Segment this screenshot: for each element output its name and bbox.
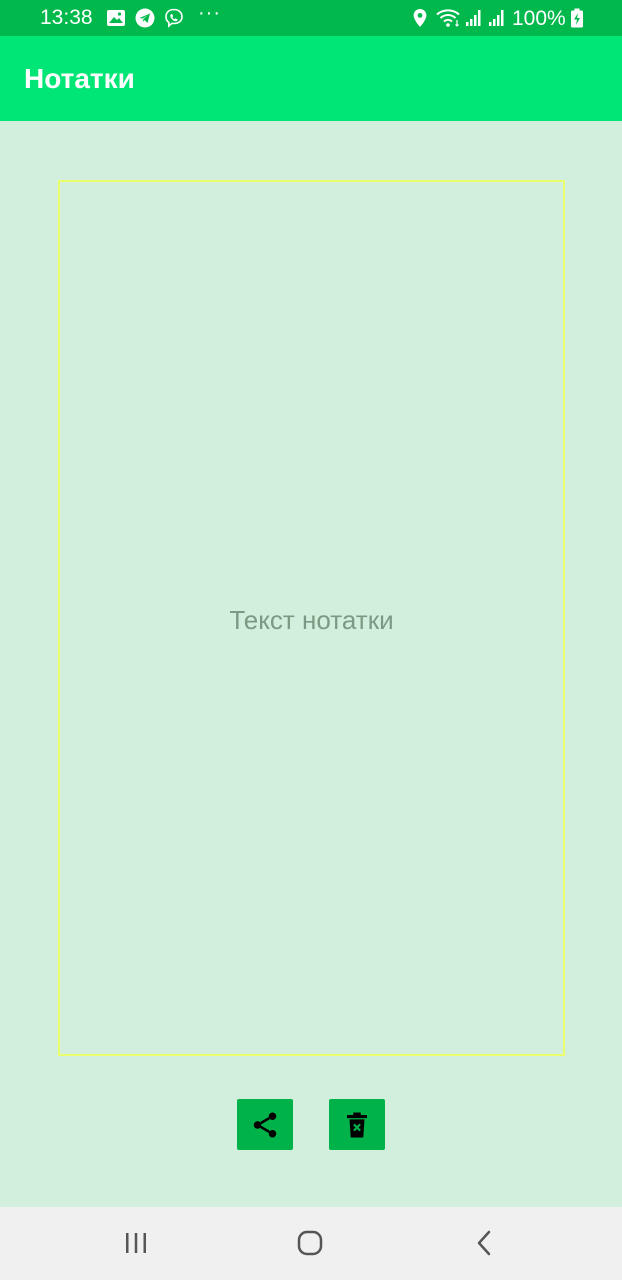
app-title: Нотатки [24, 63, 135, 94]
note-text-field[interactable]: Текст нотатки [58, 180, 565, 1056]
share-button[interactable] [237, 1099, 293, 1150]
recents-icon[interactable] [116, 1229, 156, 1259]
status-bar: 13:38 ··· 100% [0, 0, 622, 36]
battery-charging-icon [571, 8, 583, 28]
signal-icon [466, 10, 481, 26]
more-notifications-indicator: ··· [198, 2, 221, 24]
telegram-icon [135, 8, 155, 28]
location-icon [413, 9, 427, 27]
back-icon[interactable] [464, 1229, 504, 1259]
gallery-icon [107, 10, 125, 26]
delete-icon [347, 1112, 367, 1138]
status-time: 13:38 [40, 6, 93, 29]
share-icon [253, 1112, 277, 1138]
navigation-bar [0, 1207, 622, 1280]
viber-icon [165, 8, 183, 28]
note-placeholder: Текст нотатки [229, 605, 394, 635]
wifi-icon [436, 9, 460, 27]
delete-button[interactable] [329, 1099, 385, 1150]
battery-percent: 100% [512, 7, 566, 30]
signal-icon [489, 10, 504, 26]
home-icon[interactable] [290, 1229, 330, 1259]
app-bar: Нотатки [0, 36, 622, 121]
